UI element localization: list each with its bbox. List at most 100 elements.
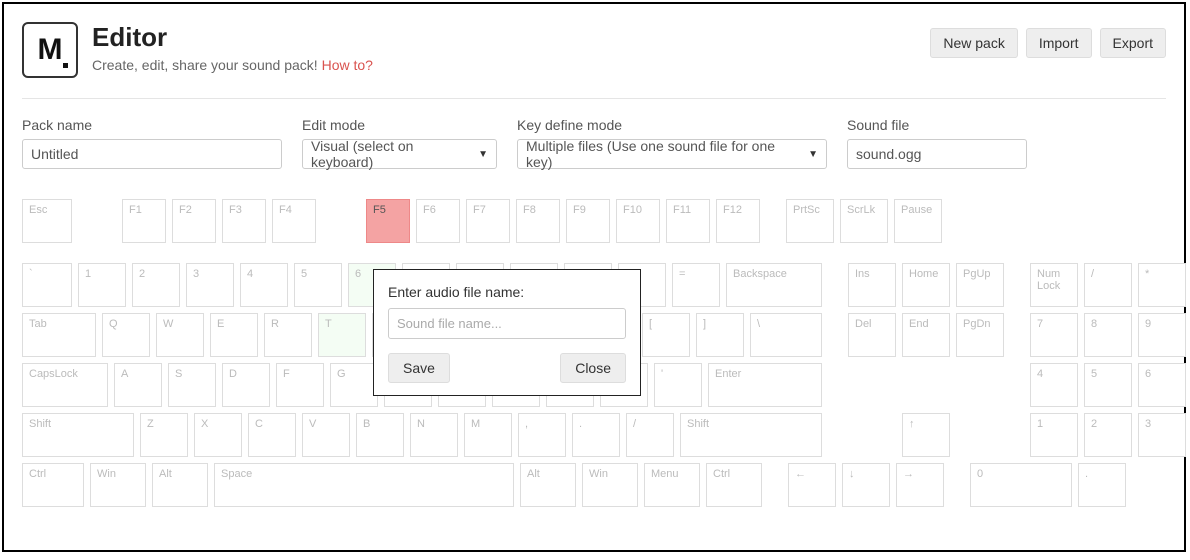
key-[interactable]: ' [654, 363, 702, 407]
key-mode-select[interactable]: Multiple files (Use one sound file for o… [517, 139, 827, 169]
key-[interactable]: ↓ [842, 463, 890, 507]
key-r[interactable]: R [264, 313, 312, 357]
key-[interactable]: * [1138, 263, 1186, 307]
key-5[interactable]: 5 [294, 263, 342, 307]
key-f11[interactable]: F11 [666, 199, 710, 243]
key-[interactable]: / [626, 413, 674, 457]
key-alt[interactable]: Alt [152, 463, 208, 507]
key-z[interactable]: Z [140, 413, 188, 457]
save-button[interactable]: Save [388, 353, 450, 383]
logo[interactable]: M [22, 22, 78, 78]
key-[interactable]: . [572, 413, 620, 457]
import-button[interactable]: Import [1026, 28, 1092, 58]
key-f1[interactable]: F1 [122, 199, 166, 243]
key-[interactable]: ` [22, 263, 72, 307]
key-2[interactable]: 2 [1084, 413, 1132, 457]
key-[interactable]: ] [696, 313, 744, 357]
key-backspace[interactable]: Backspace [726, 263, 822, 307]
key-3[interactable]: 3 [186, 263, 234, 307]
key-3[interactable]: 3 [1138, 413, 1186, 457]
sound-file-input[interactable] [847, 139, 1027, 169]
key-shift[interactable]: Shift [22, 413, 134, 457]
key-m[interactable]: M [464, 413, 512, 457]
key-[interactable]: \ [750, 313, 822, 357]
key-c[interactable]: C [248, 413, 296, 457]
key-home[interactable]: Home [902, 263, 950, 307]
key-pause[interactable]: Pause [894, 199, 942, 243]
key-f6[interactable]: F6 [416, 199, 460, 243]
key-g[interactable]: G [330, 363, 378, 407]
key-esc[interactable]: Esc [22, 199, 72, 243]
key-q[interactable]: Q [102, 313, 150, 357]
key-f10[interactable]: F10 [616, 199, 660, 243]
key-f8[interactable]: F8 [516, 199, 560, 243]
key-prtsc[interactable]: PrtSc [786, 199, 834, 243]
key-tab[interactable]: Tab [22, 313, 96, 357]
popup-actions: Save Close [388, 353, 626, 383]
key-f7[interactable]: F7 [466, 199, 510, 243]
key-del[interactable]: Del [848, 313, 896, 357]
key-9[interactable]: 9 [1138, 313, 1186, 357]
key-f3[interactable]: F3 [222, 199, 266, 243]
key-4[interactable]: 4 [1030, 363, 1078, 407]
key-space[interactable]: Space [214, 463, 514, 507]
key-numlock[interactable]: Num Lock [1030, 263, 1078, 307]
key-[interactable]: . [1078, 463, 1126, 507]
key-end[interactable]: End [902, 313, 950, 357]
key-f5[interactable]: F5 [366, 199, 410, 243]
key-[interactable]: ← [788, 463, 836, 507]
key-[interactable]: [ [642, 313, 690, 357]
app-frame: M Editor Create, edit, share your sound … [2, 2, 1186, 552]
key-w[interactable]: W [156, 313, 204, 357]
key-x[interactable]: X [194, 413, 242, 457]
key-1[interactable]: 1 [1030, 413, 1078, 457]
key-win[interactable]: Win [90, 463, 146, 507]
close-button[interactable]: Close [560, 353, 626, 383]
key-pgdn[interactable]: PgDn [956, 313, 1004, 357]
key-ctrl[interactable]: Ctrl [706, 463, 762, 507]
key-s[interactable]: S [168, 363, 216, 407]
key-[interactable]: → [896, 463, 944, 507]
key-f[interactable]: F [276, 363, 324, 407]
key-f12[interactable]: F12 [716, 199, 760, 243]
key-2[interactable]: 2 [132, 263, 180, 307]
key-f9[interactable]: F9 [566, 199, 610, 243]
key-ins[interactable]: Ins [848, 263, 896, 307]
key-4[interactable]: 4 [240, 263, 288, 307]
key-pgup[interactable]: PgUp [956, 263, 1004, 307]
pack-name-input[interactable] [22, 139, 282, 169]
key-a[interactable]: A [114, 363, 162, 407]
key-ctrl[interactable]: Ctrl [22, 463, 84, 507]
key-win[interactable]: Win [582, 463, 638, 507]
key-6[interactable]: 6 [1138, 363, 1186, 407]
key-n[interactable]: N [410, 413, 458, 457]
new-pack-button[interactable]: New pack [930, 28, 1017, 58]
key-[interactable]: , [518, 413, 566, 457]
key-7[interactable]: 7 [1030, 313, 1078, 357]
key-f2[interactable]: F2 [172, 199, 216, 243]
edit-mode-select[interactable]: Visual (select on keyboard) ▼ [302, 139, 497, 169]
key-d[interactable]: D [222, 363, 270, 407]
key-5[interactable]: 5 [1084, 363, 1132, 407]
popup-label: Enter audio file name: [388, 284, 626, 300]
howto-link[interactable]: How to? [322, 57, 373, 73]
key-scrlk[interactable]: ScrLk [840, 199, 888, 243]
key-t[interactable]: T [318, 313, 366, 357]
key-shift[interactable]: Shift [680, 413, 822, 457]
key-[interactable]: ↑ [902, 413, 950, 457]
key-menu[interactable]: Menu [644, 463, 700, 507]
key-alt[interactable]: Alt [520, 463, 576, 507]
key-e[interactable]: E [210, 313, 258, 357]
filename-input[interactable] [388, 308, 626, 339]
key-[interactable]: / [1084, 263, 1132, 307]
key-0[interactable]: 0 [970, 463, 1072, 507]
key-f4[interactable]: F4 [272, 199, 316, 243]
key-v[interactable]: V [302, 413, 350, 457]
key-capslock[interactable]: CapsLock [22, 363, 108, 407]
key-b[interactable]: B [356, 413, 404, 457]
key-1[interactable]: 1 [78, 263, 126, 307]
key-[interactable]: = [672, 263, 720, 307]
export-button[interactable]: Export [1100, 28, 1166, 58]
key-8[interactable]: 8 [1084, 313, 1132, 357]
key-enter[interactable]: Enter [708, 363, 822, 407]
